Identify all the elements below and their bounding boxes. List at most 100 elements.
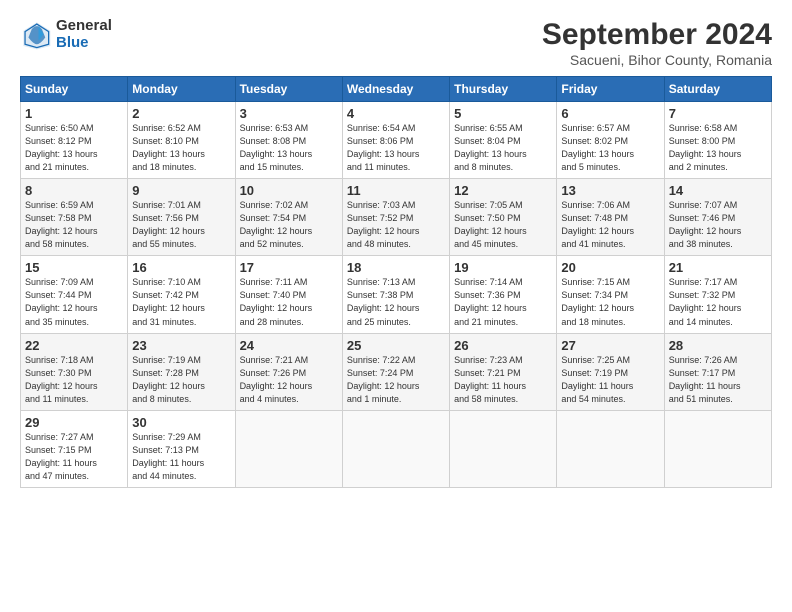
table-cell — [664, 410, 771, 487]
logo: General Blue — [20, 18, 112, 51]
day-number: 20 — [561, 260, 659, 275]
day-number: 5 — [454, 106, 552, 121]
table-cell: 10Sunrise: 7:02 AM Sunset: 7:54 PM Dayli… — [235, 179, 342, 256]
logo-icon — [20, 19, 52, 51]
day-info: Sunrise: 6:57 AM Sunset: 8:02 PM Dayligh… — [561, 122, 659, 174]
day-number: 26 — [454, 338, 552, 353]
table-cell: 13Sunrise: 7:06 AM Sunset: 7:48 PM Dayli… — [557, 179, 664, 256]
day-info: Sunrise: 6:55 AM Sunset: 8:04 PM Dayligh… — [454, 122, 552, 174]
day-info: Sunrise: 7:13 AM Sunset: 7:38 PM Dayligh… — [347, 276, 445, 328]
day-info: Sunrise: 7:01 AM Sunset: 7:56 PM Dayligh… — [132, 199, 230, 251]
day-number: 30 — [132, 415, 230, 430]
subtitle: Sacueni, Bihor County, Romania — [542, 52, 772, 68]
table-cell: 8Sunrise: 6:59 AM Sunset: 7:58 PM Daylig… — [21, 179, 128, 256]
page: General Blue September 2024 Sacueni, Bih… — [0, 0, 792, 612]
day-info: Sunrise: 7:02 AM Sunset: 7:54 PM Dayligh… — [240, 199, 338, 251]
day-info: Sunrise: 7:21 AM Sunset: 7:26 PM Dayligh… — [240, 354, 338, 406]
day-number: 12 — [454, 183, 552, 198]
header-friday: Friday — [557, 77, 664, 102]
main-title: September 2024 — [542, 18, 772, 52]
day-info: Sunrise: 7:15 AM Sunset: 7:34 PM Dayligh… — [561, 276, 659, 328]
day-info: Sunrise: 7:11 AM Sunset: 7:40 PM Dayligh… — [240, 276, 338, 328]
day-info: Sunrise: 6:52 AM Sunset: 8:10 PM Dayligh… — [132, 122, 230, 174]
table-cell: 26Sunrise: 7:23 AM Sunset: 7:21 PM Dayli… — [450, 333, 557, 410]
logo-general: General — [56, 18, 112, 35]
day-info: Sunrise: 7:06 AM Sunset: 7:48 PM Dayligh… — [561, 199, 659, 251]
day-info: Sunrise: 6:50 AM Sunset: 8:12 PM Dayligh… — [25, 122, 123, 174]
day-number: 29 — [25, 415, 123, 430]
table-cell: 25Sunrise: 7:22 AM Sunset: 7:24 PM Dayli… — [342, 333, 449, 410]
table-cell: 5Sunrise: 6:55 AM Sunset: 8:04 PM Daylig… — [450, 102, 557, 179]
day-number: 2 — [132, 106, 230, 121]
table-cell — [557, 410, 664, 487]
table-cell: 23Sunrise: 7:19 AM Sunset: 7:28 PM Dayli… — [128, 333, 235, 410]
day-info: Sunrise: 7:17 AM Sunset: 7:32 PM Dayligh… — [669, 276, 767, 328]
day-info: Sunrise: 7:19 AM Sunset: 7:28 PM Dayligh… — [132, 354, 230, 406]
day-number: 7 — [669, 106, 767, 121]
day-info: Sunrise: 7:09 AM Sunset: 7:44 PM Dayligh… — [25, 276, 123, 328]
day-info: Sunrise: 7:27 AM Sunset: 7:15 PM Dayligh… — [25, 431, 123, 483]
header-tuesday: Tuesday — [235, 77, 342, 102]
day-number: 8 — [25, 183, 123, 198]
logo-blue: Blue — [56, 35, 112, 52]
day-info: Sunrise: 7:22 AM Sunset: 7:24 PM Dayligh… — [347, 354, 445, 406]
header-sunday: Sunday — [21, 77, 128, 102]
table-cell: 12Sunrise: 7:05 AM Sunset: 7:50 PM Dayli… — [450, 179, 557, 256]
day-number: 6 — [561, 106, 659, 121]
day-number: 22 — [25, 338, 123, 353]
day-number: 21 — [669, 260, 767, 275]
table-cell: 17Sunrise: 7:11 AM Sunset: 7:40 PM Dayli… — [235, 256, 342, 333]
table-row: 22Sunrise: 7:18 AM Sunset: 7:30 PM Dayli… — [21, 333, 772, 410]
day-number: 15 — [25, 260, 123, 275]
table-cell: 3Sunrise: 6:53 AM Sunset: 8:08 PM Daylig… — [235, 102, 342, 179]
day-number: 16 — [132, 260, 230, 275]
table-cell: 15Sunrise: 7:09 AM Sunset: 7:44 PM Dayli… — [21, 256, 128, 333]
day-number: 4 — [347, 106, 445, 121]
day-number: 25 — [347, 338, 445, 353]
day-info: Sunrise: 7:23 AM Sunset: 7:21 PM Dayligh… — [454, 354, 552, 406]
table-cell: 20Sunrise: 7:15 AM Sunset: 7:34 PM Dayli… — [557, 256, 664, 333]
day-info: Sunrise: 6:53 AM Sunset: 8:08 PM Dayligh… — [240, 122, 338, 174]
day-info: Sunrise: 6:59 AM Sunset: 7:58 PM Dayligh… — [25, 199, 123, 251]
day-number: 18 — [347, 260, 445, 275]
day-number: 28 — [669, 338, 767, 353]
header-row: Sunday Monday Tuesday Wednesday Thursday… — [21, 77, 772, 102]
day-info: Sunrise: 7:29 AM Sunset: 7:13 PM Dayligh… — [132, 431, 230, 483]
day-info: Sunrise: 7:07 AM Sunset: 7:46 PM Dayligh… — [669, 199, 767, 251]
day-number: 3 — [240, 106, 338, 121]
header-saturday: Saturday — [664, 77, 771, 102]
header-wednesday: Wednesday — [342, 77, 449, 102]
logo-text: General Blue — [56, 18, 112, 51]
table-row: 1Sunrise: 6:50 AM Sunset: 8:12 PM Daylig… — [21, 102, 772, 179]
table-cell: 22Sunrise: 7:18 AM Sunset: 7:30 PM Dayli… — [21, 333, 128, 410]
table-cell: 29Sunrise: 7:27 AM Sunset: 7:15 PM Dayli… — [21, 410, 128, 487]
day-info: Sunrise: 7:03 AM Sunset: 7:52 PM Dayligh… — [347, 199, 445, 251]
table-row: 8Sunrise: 6:59 AM Sunset: 7:58 PM Daylig… — [21, 179, 772, 256]
day-number: 13 — [561, 183, 659, 198]
day-number: 9 — [132, 183, 230, 198]
table-row: 29Sunrise: 7:27 AM Sunset: 7:15 PM Dayli… — [21, 410, 772, 487]
day-number: 24 — [240, 338, 338, 353]
table-cell: 4Sunrise: 6:54 AM Sunset: 8:06 PM Daylig… — [342, 102, 449, 179]
table-cell — [450, 410, 557, 487]
day-info: Sunrise: 7:26 AM Sunset: 7:17 PM Dayligh… — [669, 354, 767, 406]
table-row: 15Sunrise: 7:09 AM Sunset: 7:44 PM Dayli… — [21, 256, 772, 333]
table-cell: 27Sunrise: 7:25 AM Sunset: 7:19 PM Dayli… — [557, 333, 664, 410]
table-cell: 30Sunrise: 7:29 AM Sunset: 7:13 PM Dayli… — [128, 410, 235, 487]
header: General Blue September 2024 Sacueni, Bih… — [20, 18, 772, 68]
table-cell: 7Sunrise: 6:58 AM Sunset: 8:00 PM Daylig… — [664, 102, 771, 179]
day-info: Sunrise: 7:14 AM Sunset: 7:36 PM Dayligh… — [454, 276, 552, 328]
table-cell — [342, 410, 449, 487]
calendar-table: Sunday Monday Tuesday Wednesday Thursday… — [20, 76, 772, 488]
day-info: Sunrise: 7:25 AM Sunset: 7:19 PM Dayligh… — [561, 354, 659, 406]
table-cell: 9Sunrise: 7:01 AM Sunset: 7:56 PM Daylig… — [128, 179, 235, 256]
header-thursday: Thursday — [450, 77, 557, 102]
day-info: Sunrise: 7:10 AM Sunset: 7:42 PM Dayligh… — [132, 276, 230, 328]
day-number: 10 — [240, 183, 338, 198]
table-cell: 24Sunrise: 7:21 AM Sunset: 7:26 PM Dayli… — [235, 333, 342, 410]
table-cell: 18Sunrise: 7:13 AM Sunset: 7:38 PM Dayli… — [342, 256, 449, 333]
day-number: 27 — [561, 338, 659, 353]
day-number: 23 — [132, 338, 230, 353]
table-cell: 19Sunrise: 7:14 AM Sunset: 7:36 PM Dayli… — [450, 256, 557, 333]
table-cell: 21Sunrise: 7:17 AM Sunset: 7:32 PM Dayli… — [664, 256, 771, 333]
